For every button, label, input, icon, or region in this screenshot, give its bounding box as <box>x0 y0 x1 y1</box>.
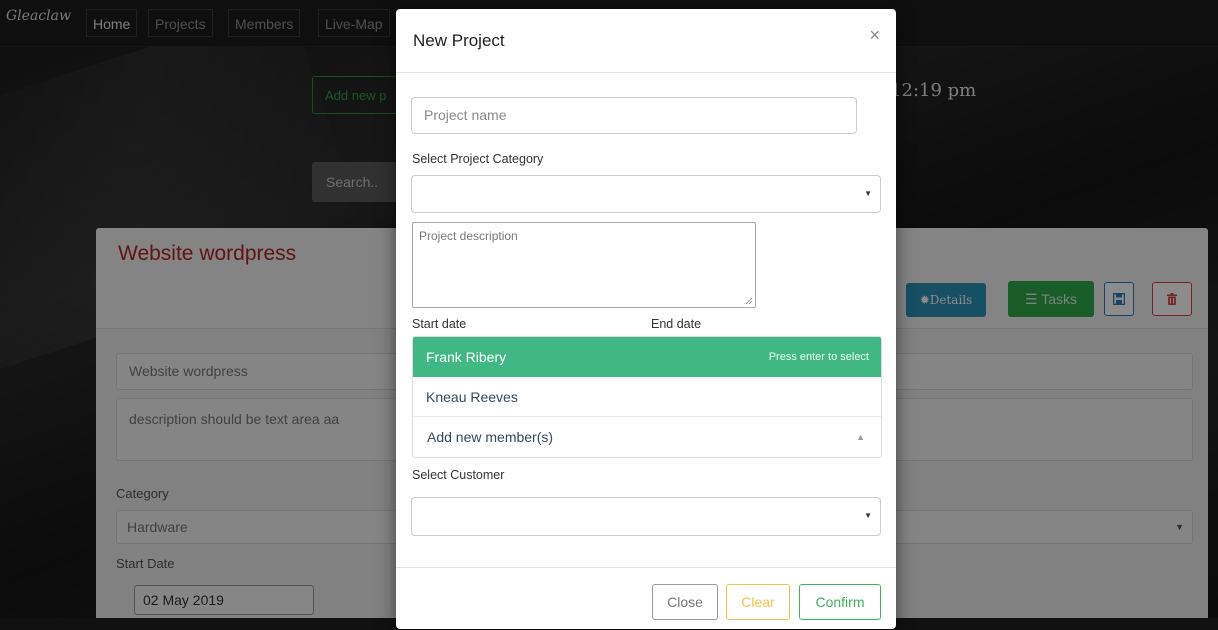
select-hint: Press enter to select <box>768 351 869 363</box>
project-description-textarea[interactable]: Project description <box>412 222 756 308</box>
new-project-modal: New Project × Project name Select Projec… <box>396 9 896 629</box>
end-date-label: End date <box>651 317 702 331</box>
modal-header: New Project × <box>396 9 896 73</box>
project-description-placeholder: Project description <box>419 229 518 243</box>
customer-select[interactable]: ▼ <box>411 497 881 536</box>
customer-label: Select Customer <box>412 468 505 482</box>
member-search-input[interactable]: Add new member(s) ▲ <box>413 417 881 457</box>
caret-down-icon: ▼ <box>864 189 872 198</box>
member-option[interactable]: Kneau Reeves <box>413 377 881 417</box>
modal-title: New Project <box>413 31 505 50</box>
project-category-label: Select Project Category <box>412 152 544 166</box>
member-option-name: Kneau Reeves <box>426 389 518 405</box>
caret-down-icon: ▼ <box>864 511 872 520</box>
caret-up-icon[interactable]: ▲ <box>856 417 865 457</box>
start-date-label: Start date <box>412 317 467 331</box>
member-option-name: Frank Ribery <box>426 349 507 365</box>
member-option-highlighted[interactable]: Frank Ribery Press enter to select <box>413 337 881 377</box>
project-category-select[interactable]: ▼ <box>411 175 881 213</box>
modal-footer: Close Clear Confirm <box>396 567 896 630</box>
close-icon[interactable]: × <box>869 25 880 46</box>
member-multiselect-dropdown: Frank Ribery Press enter to select Kneau… <box>412 336 882 458</box>
close-button[interactable]: Close <box>652 584 718 620</box>
member-search-label: Add new member(s) <box>427 429 554 445</box>
confirm-button[interactable]: Confirm <box>799 584 881 620</box>
project-name-input[interactable]: Project name <box>411 97 857 134</box>
clear-button[interactable]: Clear <box>726 584 790 620</box>
resize-handle-icon[interactable] <box>745 297 753 305</box>
